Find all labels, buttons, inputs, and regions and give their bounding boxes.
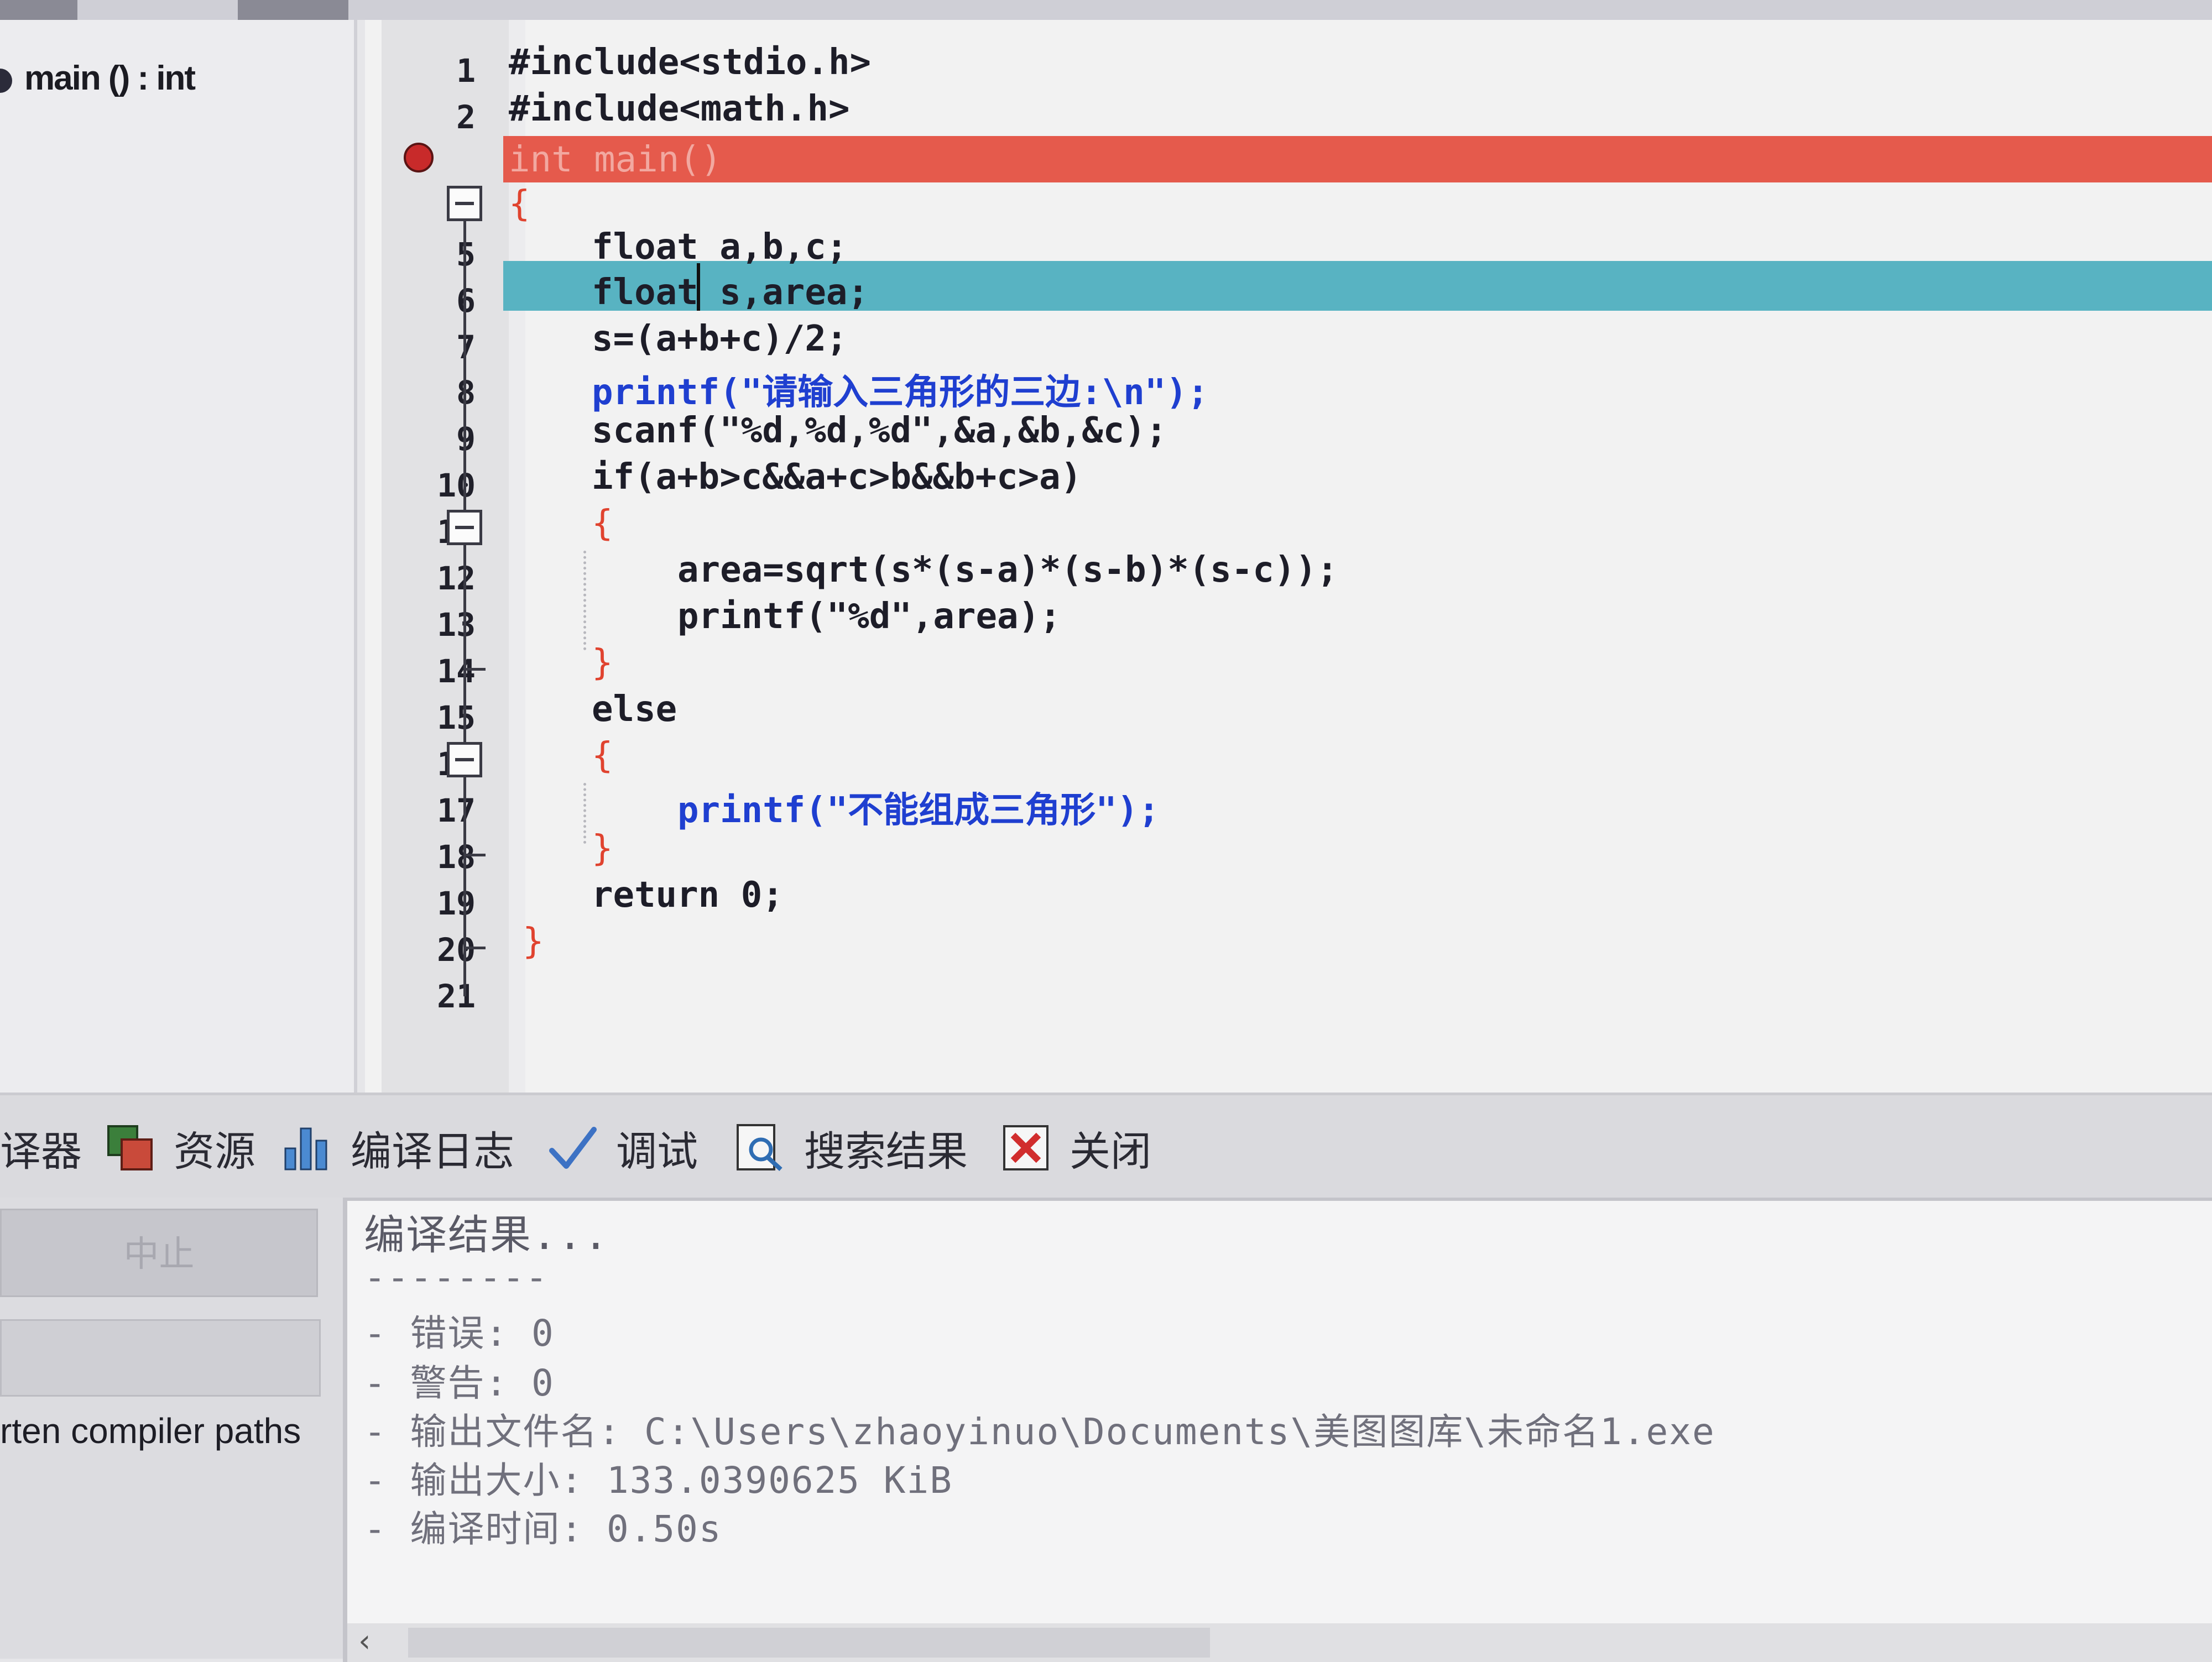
tab-label: 调试: [616, 1127, 698, 1175]
fold-guide-line: [463, 221, 466, 510]
code-line-4[interactable]: {: [509, 184, 530, 224]
code-line-8[interactable]: printf("请输入三角形的三边:\n");: [592, 364, 1208, 415]
code-line-14[interactable]: }: [592, 642, 613, 683]
code-line-7[interactable]: s=(a+b+c)/2;: [592, 318, 847, 359]
fold-toggle-icon[interactable]: [447, 510, 482, 545]
resources-icon: [105, 1123, 155, 1173]
log-warnings: - 警告: 0: [364, 1362, 555, 1404]
compiler-paths-text: rten compiler paths: [0, 1411, 301, 1451]
compiler-side-panel: 中止 rten compiler paths: [0, 1198, 343, 1659]
code-line-10[interactable]: if(a+b>c&&a+c>b&&b+c>a): [592, 457, 1082, 498]
code-line-1[interactable]: #include<stdio.h>: [509, 42, 871, 83]
indent-guide: [583, 551, 586, 650]
tab-compile-log[interactable]: 编译日志: [282, 1117, 514, 1178]
breakpoint-error-icon[interactable]: [404, 143, 434, 173]
tab-resources[interactable]: 资源: [105, 1117, 255, 1178]
class-browser-panel: main () : int: [0, 20, 357, 1093]
bar-chart-icon: [282, 1123, 332, 1173]
line-number: 2: [456, 98, 476, 136]
log-separator: --------: [364, 1256, 549, 1299]
indent-guide: [583, 783, 586, 844]
code-line-17[interactable]: printf("不能组成三角形");: [677, 782, 1160, 833]
log-compile-time: - 编译时间: 0.50s: [364, 1508, 722, 1550]
checkmark-icon: [547, 1123, 597, 1173]
abort-button[interactable]: 中止: [0, 1209, 318, 1297]
search-icon: [735, 1123, 785, 1173]
code-line-18[interactable]: }: [592, 828, 613, 869]
scroll-left-icon[interactable]: ‹: [358, 1623, 371, 1659]
code-line-11[interactable]: {: [592, 503, 613, 544]
tab-label: 编译日志: [351, 1127, 514, 1175]
code-line-13[interactable]: printf("%d",area);: [677, 596, 1061, 637]
code-line-3[interactable]: int main(): [509, 139, 722, 180]
fold-end-marker: [463, 854, 486, 856]
code-line-12[interactable]: area=sqrt(s*(s-a)*(s-b)*(s-c));: [677, 550, 1338, 590]
code-line-15[interactable]: else: [592, 689, 677, 730]
tab-label: 关闭: [1070, 1127, 1151, 1175]
code-line-19[interactable]: return 0;: [592, 875, 784, 916]
function-icon: [0, 68, 12, 93]
log-output-size: - 输出大小: 133.0390625 KiB: [364, 1459, 953, 1502]
close-icon: [1001, 1123, 1051, 1173]
error-line-highlight: [503, 136, 2212, 182]
code-line-6[interactable]: float s,area;: [592, 272, 869, 313]
tab-label: 搜索结果: [804, 1127, 968, 1175]
text-cursor: [697, 263, 700, 311]
tab-debug[interactable]: 调试: [547, 1117, 698, 1178]
scrollbar-thumb[interactable]: [408, 1628, 1210, 1658]
log-output-file: - 输出文件名: C:\Users\zhaoyinuo\Documents\美图…: [364, 1410, 1715, 1453]
toolbar-tab-fragment[interactable]: [0, 0, 77, 20]
log-header: 编译结果...: [364, 1211, 609, 1259]
fold-toggle-icon[interactable]: [447, 742, 482, 777]
compile-log-panel[interactable]: 编译结果... -------- - 错误: 0 - 警告: 0 - 输出文件名…: [343, 1198, 2212, 1662]
fold-end-marker: [463, 947, 486, 949]
fold-guide-line: [463, 545, 466, 745]
code-line-9[interactable]: scanf("%d,%d,%d",&a,&b,&c);: [592, 410, 1167, 451]
horizontal-scrollbar[interactable]: ‹: [347, 1623, 2212, 1662]
code-line-20[interactable]: }: [523, 921, 544, 962]
class-item-main[interactable]: main () : int: [0, 59, 196, 98]
tab-search-results[interactable]: 搜索结果: [735, 1117, 968, 1178]
fold-end-marker: [463, 668, 486, 671]
bottom-tab-bar: 译器 资源 编译日志 调试 搜索结果 关闭: [0, 1093, 2212, 1200]
class-item-label: main () : int: [24, 59, 196, 97]
code-line-16[interactable]: {: [592, 735, 613, 776]
line-number: 1: [456, 52, 476, 90]
tab-label: 资源: [174, 1127, 255, 1175]
tab-label: 译器: [0, 1127, 82, 1175]
code-line-5[interactable]: float a,b,c;: [592, 227, 847, 268]
log-errors: - 错误: 0: [364, 1312, 555, 1355]
toolbar-tab-fragment[interactable]: [238, 0, 348, 20]
code-editor[interactable]: 1 2 4 5 6 7 8 9 10 11 12 13 14 15 16 17 …: [365, 20, 2212, 1093]
code-line-2[interactable]: #include<math.h>: [509, 88, 850, 129]
fold-guide-line: [463, 777, 466, 996]
fold-toggle-icon[interactable]: [447, 186, 482, 221]
progress-box: [0, 1319, 321, 1397]
tab-close[interactable]: 关闭: [1001, 1117, 1151, 1178]
top-toolbar-strip: [0, 0, 2212, 20]
tab-compiler[interactable]: 译器: [0, 1117, 82, 1178]
